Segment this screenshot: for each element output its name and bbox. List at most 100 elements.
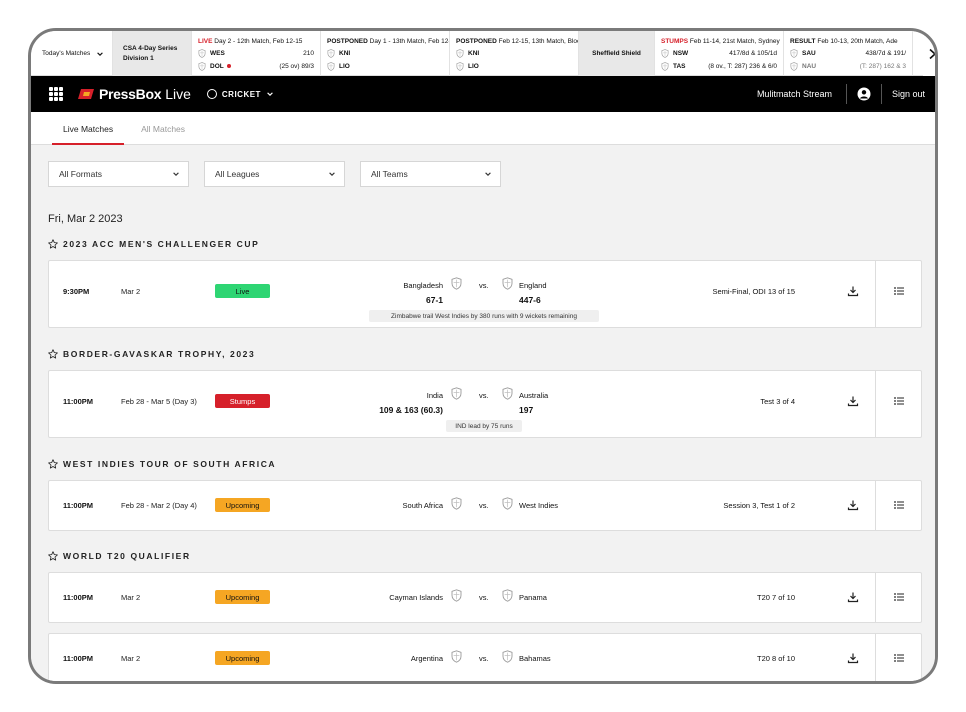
team-b-name: West Indies xyxy=(519,501,559,510)
match-status-badge: Stumps xyxy=(215,394,270,408)
download-icon[interactable] xyxy=(847,395,859,407)
team-a-score: 67-1 xyxy=(425,295,443,305)
tab-live-matches[interactable]: Live Matches xyxy=(49,112,127,145)
team-shield-icon xyxy=(327,48,335,58)
league-section: 2023 ACC MEN'S CHALLENGER CUP xyxy=(48,238,922,250)
star-icon[interactable] xyxy=(48,459,58,469)
ticker-match-status: RESULT xyxy=(790,38,816,45)
apps-grid-icon[interactable] xyxy=(49,87,63,101)
ticker-next-button[interactable] xyxy=(923,31,935,76)
ticker-match[interactable]: RESULT Feb 10-13, 20th Match, Ade SAU 43… xyxy=(784,31,913,76)
match-card[interactable]: 9:30PM Mar 2 Live Bangladesh 67-1 vs. En… xyxy=(48,260,922,328)
ticker-match[interactable]: POSTPONED Day 1 - 13th Match, Feb 12-15 … xyxy=(321,31,450,76)
leagues-filter[interactable]: All Leagues xyxy=(204,161,345,187)
match-date: Mar 2 xyxy=(121,593,141,602)
ticker-match-status: POSTPONED xyxy=(456,38,497,45)
ticker-match[interactable]: STUMPS Feb 11-14, 21st Match, Sydney NSW… xyxy=(655,31,784,76)
ticker-team-name: LIO xyxy=(468,62,479,70)
ticker-team-row: DOL (25 ov) 89/3 xyxy=(198,60,314,72)
league-title-text: 2023 ACC MEN'S CHALLENGER CUP xyxy=(63,239,260,249)
ticker-team-score: 438/7d & 191/ xyxy=(865,49,906,57)
date-heading: Fri, Mar 2 2023 xyxy=(48,213,123,225)
team-b-shield-icon xyxy=(502,650,513,663)
league-title-text: WORLD T20 QUALIFIER xyxy=(63,551,191,561)
ticker-match[interactable]: POSTPONED Feb 12-15, 13th Match, Bloe. K… xyxy=(450,31,579,76)
match-status-badge: Upcoming xyxy=(215,651,270,665)
chevron-down-icon xyxy=(173,172,179,176)
team-b: England 447-6 xyxy=(519,281,547,305)
match-status-badge: Upcoming xyxy=(215,590,270,604)
scorecard-list-icon[interactable] xyxy=(893,285,905,297)
league-title: 2023 ACC MEN'S CHALLENGER CUP xyxy=(48,238,922,250)
ticker-series-label: CSA 4-Day Series Division 1 xyxy=(113,31,192,76)
ticker-team-row: LIO xyxy=(327,60,443,72)
star-icon[interactable] xyxy=(48,239,58,249)
ticker-match-detail: Feb 11-14, 21st Match, Sydney xyxy=(689,38,780,45)
scorecard-list-icon[interactable] xyxy=(893,395,905,407)
sport-selector[interactable]: CRICKET xyxy=(206,89,274,99)
match-time: 11:00PM xyxy=(63,397,94,406)
match-card[interactable]: 11:00PM Feb 28 - Mar 5 (Day 3) Stumps In… xyxy=(48,370,922,438)
team-b-score: 447-6 xyxy=(519,295,541,305)
top-nav: PressBox Live CRICKET Mulitmatch Stream … xyxy=(31,76,935,112)
todays-matches-dropdown[interactable]: Today's Matches xyxy=(31,31,113,76)
team-shield-icon xyxy=(327,61,335,71)
match-status-badge: Upcoming xyxy=(215,498,270,512)
tab-all-matches[interactable]: All Matches xyxy=(127,112,199,145)
match-card[interactable]: 11:00PM Mar 2 Upcoming Cayman Islands vs… xyxy=(48,572,922,623)
match-stage: T20 8 of 10 xyxy=(757,654,795,663)
ticker-team-name: KNI xyxy=(339,49,351,57)
team-b-score: 197 xyxy=(519,405,534,415)
vs-label: vs. xyxy=(479,501,489,510)
league-section: WEST INDIES TOUR OF SOUTH AFRICA xyxy=(48,458,922,470)
sign-out-link[interactable]: Sign out xyxy=(882,89,935,99)
match-card[interactable]: 11:00PM Feb 28 - Mar 2 (Day 4) Upcoming … xyxy=(48,480,922,531)
download-icon[interactable] xyxy=(847,591,859,603)
match-note: IND lead by 75 runs xyxy=(446,420,522,432)
team-b: Bahamas xyxy=(519,654,551,663)
ticker-team-name: SAU xyxy=(802,49,816,57)
pressbox-logo[interactable]: PressBox Live xyxy=(77,86,191,102)
vs-label: vs. xyxy=(479,281,489,290)
teams-filter[interactable]: All Teams xyxy=(360,161,501,187)
star-icon[interactable] xyxy=(48,349,58,359)
formats-filter[interactable]: All Formats xyxy=(48,161,189,187)
star-icon[interactable] xyxy=(48,551,58,561)
live-indicator-icon xyxy=(226,64,231,68)
ticker-match-status: POSTPONED xyxy=(327,38,368,45)
ticker-team-name: KNI xyxy=(468,49,480,57)
chevron-down-icon xyxy=(485,172,491,176)
card-divider xyxy=(875,371,876,437)
ticker-series-label: Sheffield Shield xyxy=(579,31,655,76)
match-card[interactable]: 11:00PM Mar 2 Upcoming Argentina vs. Bah… xyxy=(48,633,922,681)
ticker-team-score: (8 ov., T: 287) 236 & 6/0 xyxy=(708,62,777,70)
scorecard-list-icon[interactable] xyxy=(893,591,905,603)
team-a-name: South Africa xyxy=(402,501,443,510)
scorecard-list-icon[interactable] xyxy=(893,499,905,511)
ticker-team-row: TAS (8 ov., T: 287) 236 & 6/0 xyxy=(661,60,777,72)
series-line1: CSA 4-Day Series xyxy=(123,45,178,52)
download-icon[interactable] xyxy=(847,499,859,511)
team-shield-icon xyxy=(790,61,798,71)
chevron-down-icon xyxy=(97,51,104,56)
download-icon[interactable] xyxy=(847,652,859,664)
user-account-icon[interactable] xyxy=(857,87,871,101)
scorecard-list-icon[interactable] xyxy=(893,652,905,664)
ticker-team-name: NSW xyxy=(673,49,689,57)
brand-name: PressBox xyxy=(99,86,162,102)
chevron-down-icon xyxy=(267,92,273,96)
cricket-ball-icon xyxy=(206,89,217,99)
vs-label: vs. xyxy=(479,391,489,400)
ticker-match[interactable]: LIVE Day 2 - 12th Match, Feb 12-15 WES 2… xyxy=(192,31,321,76)
team-a-shield-icon xyxy=(451,387,462,400)
multimatch-stream-link[interactable]: Mulitmatch Stream xyxy=(757,89,846,99)
league-title-text: BORDER-GAVASKAR TROPHY, 2023 xyxy=(63,349,256,359)
team-shield-icon xyxy=(198,48,206,58)
ticker-team-row: KNI xyxy=(456,47,572,59)
download-icon[interactable] xyxy=(847,285,859,297)
ticker-team-score: (25 ov) 89/3 xyxy=(279,62,314,70)
ticker-match-detail: Feb 10-13, 20th Match, Ade xyxy=(817,38,898,45)
match-date: Feb 28 - Mar 5 (Day 3) xyxy=(121,397,197,406)
team-b: Australia 197 xyxy=(519,391,548,415)
brand-suffix: Live xyxy=(165,86,191,102)
